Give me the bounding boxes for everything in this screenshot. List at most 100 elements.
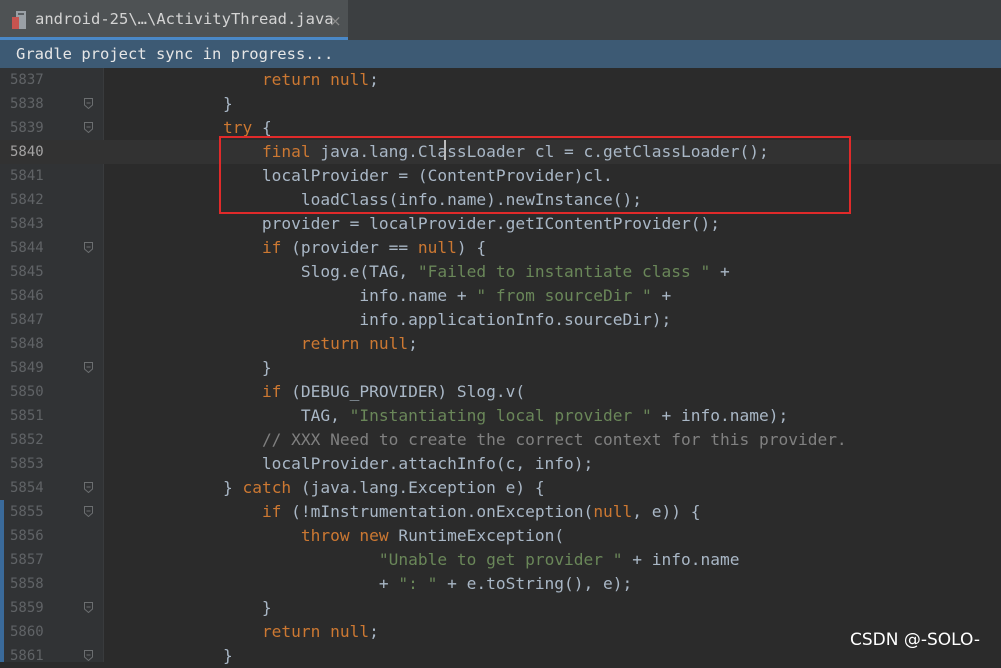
line-number[interactable]: 5845 [10,260,60,284]
code-token: + e.toString(), e); [437,574,633,593]
line-number[interactable]: 5848 [10,332,60,356]
code-line[interactable]: 5844 if (provider == null) { [0,236,1001,260]
line-number[interactable]: 5842 [10,188,60,212]
code-text[interactable]: } [106,596,272,620]
code-token: localProvider.attachInfo(c, info); [106,454,594,473]
code-text[interactable]: TAG, "Instantiating local provider " + i… [106,404,788,428]
line-number[interactable]: 5852 [10,428,60,452]
code-line[interactable]: 5842 loadClass(info.name).newInstance(); [0,188,1001,212]
code-line[interactable]: 5856 throw new RuntimeException( [0,524,1001,548]
code-line[interactable]: 5848 return null; [0,332,1001,356]
code-token: } [106,646,233,665]
line-number[interactable]: 5851 [10,404,60,428]
line-number[interactable]: 5843 [10,212,60,236]
code-line[interactable]: 5857 "Unable to get provider " + info.na… [0,548,1001,572]
line-number[interactable]: 5855 [10,500,60,524]
code-line[interactable]: 5852 // XXX Need to create the correct c… [0,428,1001,452]
line-number[interactable]: 5846 [10,284,60,308]
fold-marker-icon[interactable] [84,362,93,373]
code-text[interactable]: return null; [106,620,379,644]
code-text[interactable]: info.applicationInfo.sourceDir); [106,308,671,332]
code-text[interactable]: provider = localProvider.getIContentProv… [106,212,720,236]
code-line[interactable]: 5843 provider = localProvider.getIConten… [0,212,1001,236]
line-number[interactable]: 5839 [10,116,60,140]
code-line[interactable]: 5837 return null; [0,68,1001,92]
fold-marker-icon[interactable] [84,482,93,493]
line-number[interactable]: 5847 [10,308,60,332]
fold-marker-icon[interactable] [84,98,93,109]
line-number[interactable]: 5849 [10,356,60,380]
line-number[interactable]: 5844 [10,236,60,260]
line-number[interactable]: 5861 [10,644,60,668]
code-line[interactable]: 5839 try { [0,116,1001,140]
code-line[interactable]: 5838 } [0,92,1001,116]
code-text[interactable]: return null; [106,332,418,356]
line-number[interactable]: 5857 [10,548,60,572]
code-line[interactable]: 5840 final java.lang.ClassLoader cl = c.… [0,140,1001,164]
code-line[interactable]: 5854 } catch (java.lang.Exception e) { [0,476,1001,500]
code-text[interactable]: } catch (java.lang.Exception e) { [106,476,545,500]
line-number[interactable]: 5854 [10,476,60,500]
code-line[interactable]: 5847 info.applicationInfo.sourceDir); [0,308,1001,332]
code-text[interactable]: localProvider = (ContentProvider)cl. [106,164,613,188]
line-number[interactable]: 5838 [10,92,60,116]
code-line[interactable]: 5855 if (!mInstrumentation.onException(n… [0,500,1001,524]
code-editor[interactable]: 5837 return null; 5838 } 5839 try {5840 fi… [0,68,1001,668]
code-line[interactable]: 5846 info.name + " from sourceDir " + [0,284,1001,308]
close-tab-icon[interactable]: × [329,12,342,30]
code-text[interactable]: } [106,92,233,116]
code-line[interactable]: 5845 Slog.e(TAG, "Failed to instantiate … [0,260,1001,284]
java-file-icon [12,11,26,29]
code-text[interactable]: // XXX Need to create the correct contex… [106,428,847,452]
code-line[interactable]: 5841 localProvider = (ContentProvider)cl… [0,164,1001,188]
code-token: try [222,118,253,137]
code-line[interactable]: 5858 + ": " + e.toString(), e); [0,572,1001,596]
code-text[interactable]: info.name + " from sourceDir " + [106,284,671,308]
watermark: CSDN @-SOLO- [850,630,981,650]
fold-marker-icon[interactable] [84,602,93,613]
code-text[interactable]: + ": " + e.toString(), e); [106,572,632,596]
line-number[interactable]: 5853 [10,452,60,476]
code-line[interactable]: 5851 TAG, "Instantiating local provider … [0,404,1001,428]
code-token: } [106,598,272,617]
code-text[interactable]: loadClass(info.name).newInstance(); [106,188,642,212]
code-line[interactable]: 5850 if (DEBUG_PROVIDER) Slog.v( [0,380,1001,404]
gutter-change-marker [0,500,4,662]
code-text[interactable]: localProvider.attachInfo(c, info); [106,452,593,476]
fold-marker-icon[interactable] [84,650,93,661]
code-text[interactable]: Slog.e(TAG, "Failed to instantiate class… [106,260,730,284]
line-number[interactable]: 5856 [10,524,60,548]
code-text[interactable]: "Unable to get provider " + info.name [106,548,740,572]
code-token: throw new [300,526,389,545]
line-number[interactable]: 5858 [10,572,60,596]
fold-marker-icon[interactable] [84,122,93,133]
code-line[interactable]: 5859 } [0,596,1001,620]
line-number[interactable]: 5840 [10,140,60,164]
code-text[interactable]: final java.lang.ClassLoader cl = c.getCl… [106,140,769,164]
code-text[interactable]: return null; [106,68,379,92]
line-number[interactable]: 5850 [10,380,60,404]
line-number[interactable]: 5860 [10,620,60,644]
code-text[interactable]: if (provider == null) { [106,236,486,260]
fold-marker-icon[interactable] [84,506,93,517]
code-text[interactable]: if (DEBUG_PROVIDER) Slog.v( [106,380,525,404]
line-number[interactable]: 5841 [10,164,60,188]
line-number[interactable]: 5859 [10,596,60,620]
code-text[interactable]: try { [106,116,272,140]
code-line[interactable]: 5849 } [0,356,1001,380]
code-line[interactable]: 5853 localProvider.attachInfo(c, info); [0,452,1001,476]
code-text[interactable]: if (!mInstrumentation.onException(null, … [106,500,701,524]
line-number[interactable]: 5837 [10,68,60,92]
fold-marker-icon[interactable] [84,242,93,253]
code-text[interactable]: } [106,644,233,668]
code-text[interactable]: } [106,356,272,380]
code-token: if [261,382,282,401]
code-token: " from sourceDir " [476,286,652,305]
code-text[interactable]: throw new RuntimeException( [106,524,564,548]
tab-activitythread-java[interactable]: android-25\…\ActivityThread.java × [0,0,348,40]
